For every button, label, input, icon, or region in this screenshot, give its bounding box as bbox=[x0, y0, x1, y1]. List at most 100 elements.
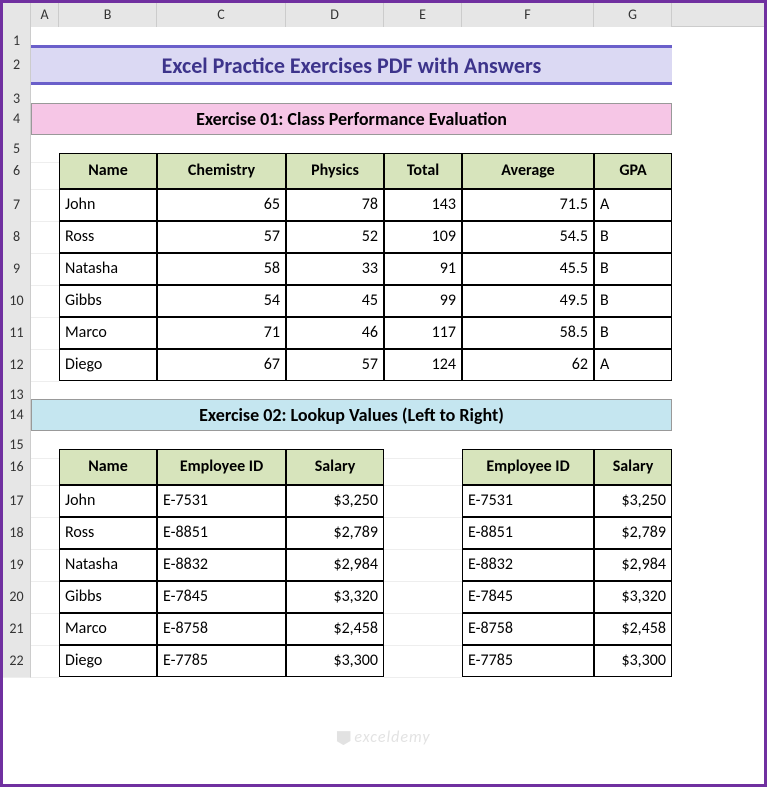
ex1-total[interactable]: 91 bbox=[384, 253, 462, 285]
col-hdr-B[interactable]: B bbox=[59, 3, 157, 27]
ex2r-id[interactable]: E-8758 bbox=[462, 613, 594, 645]
col-hdr-E[interactable]: E bbox=[384, 3, 462, 27]
row-hdr-2[interactable]: 2 bbox=[3, 45, 31, 86]
ex1-phys[interactable]: 45 bbox=[286, 285, 384, 317]
ex2r-id[interactable]: E-7531 bbox=[462, 485, 594, 517]
col-hdr-F[interactable]: F bbox=[462, 3, 594, 27]
ex2r-salary[interactable]: $2,789 bbox=[594, 517, 672, 549]
ex2r-salary[interactable]: $3,250 bbox=[594, 485, 672, 517]
ex1-avg[interactable]: 62 bbox=[462, 349, 594, 381]
ex2l-id[interactable]: E-7531 bbox=[157, 485, 286, 517]
ex1-avg[interactable]: 49.5 bbox=[462, 285, 594, 317]
row-hdr-8[interactable]: 8 bbox=[3, 221, 31, 254]
ex2l-salary[interactable]: $2,789 bbox=[286, 517, 384, 549]
ex1-hdr-phys[interactable]: Physics bbox=[286, 153, 384, 189]
ex2l-id[interactable]: E-8851 bbox=[157, 517, 286, 549]
ex2l-salary[interactable]: $2,458 bbox=[286, 613, 384, 645]
ex2l-name[interactable]: Natasha bbox=[59, 549, 157, 581]
ex1-gpa[interactable]: B bbox=[594, 317, 672, 349]
ex2r-id[interactable]: E-7785 bbox=[462, 645, 594, 677]
ex2l-id[interactable]: E-7785 bbox=[157, 645, 286, 677]
row-hdr-4[interactable]: 4 bbox=[3, 103, 31, 136]
ex2r-salary[interactable]: $3,320 bbox=[594, 581, 672, 613]
row-hdr-11[interactable]: 11 bbox=[3, 317, 31, 350]
ex1-chem[interactable]: 54 bbox=[157, 285, 286, 317]
ex2l-hdr-salary[interactable]: Salary bbox=[286, 449, 384, 485]
ex1-total[interactable]: 109 bbox=[384, 221, 462, 253]
row-hdr-9[interactable]: 9 bbox=[3, 253, 31, 286]
ex1-gpa[interactable]: A bbox=[594, 349, 672, 381]
ex2l-name[interactable]: Ross bbox=[59, 517, 157, 549]
ex2l-name[interactable]: Diego bbox=[59, 645, 157, 677]
ex2r-id[interactable]: E-7845 bbox=[462, 581, 594, 613]
ex1-total[interactable]: 99 bbox=[384, 285, 462, 317]
ex2r-hdr-id[interactable]: Employee ID bbox=[462, 449, 594, 485]
ex2l-salary[interactable]: $3,250 bbox=[286, 485, 384, 517]
ex2l-name[interactable]: Gibbs bbox=[59, 581, 157, 613]
ex1-total[interactable]: 143 bbox=[384, 189, 462, 221]
ex2l-id[interactable]: E-8758 bbox=[157, 613, 286, 645]
ex1-chem[interactable]: 71 bbox=[157, 317, 286, 349]
col-hdr-D[interactable]: D bbox=[286, 3, 384, 27]
ex1-hdr-chem[interactable]: Chemistry bbox=[157, 153, 286, 189]
ex1-chem[interactable]: 67 bbox=[157, 349, 286, 381]
ex1-hdr-total[interactable]: Total bbox=[384, 153, 462, 189]
ex1-gpa[interactable]: B bbox=[594, 285, 672, 317]
col-hdr-G[interactable]: G bbox=[594, 3, 672, 27]
ex1-name[interactable]: Gibbs bbox=[59, 285, 157, 317]
col-hdr-C[interactable]: C bbox=[157, 3, 286, 27]
ex1-total[interactable]: 117 bbox=[384, 317, 462, 349]
ex2l-hdr-name[interactable]: Name bbox=[59, 449, 157, 485]
ex1-name[interactable]: Diego bbox=[59, 349, 157, 381]
ex2l-hdr-id[interactable]: Employee ID bbox=[157, 449, 286, 485]
ex1-avg[interactable]: 71.5 bbox=[462, 189, 594, 221]
row-hdr-10[interactable]: 10 bbox=[3, 285, 31, 318]
ex1-hdr-avg[interactable]: Average bbox=[462, 153, 594, 189]
row-hdr-21[interactable]: 21 bbox=[3, 613, 31, 646]
ex1-chem[interactable]: 58 bbox=[157, 253, 286, 285]
ex2l-name[interactable]: Marco bbox=[59, 613, 157, 645]
ex1-chem[interactable]: 65 bbox=[157, 189, 286, 221]
ex1-name[interactable]: Natasha bbox=[59, 253, 157, 285]
col-hdr-A[interactable]: A bbox=[31, 3, 59, 27]
row-hdr-19[interactable]: 19 bbox=[3, 549, 31, 582]
ex2r-salary[interactable]: $3,300 bbox=[594, 645, 672, 677]
row-hdr-16[interactable]: 16 bbox=[3, 449, 31, 486]
ex2r-salary[interactable]: $2,458 bbox=[594, 613, 672, 645]
ex1-total[interactable]: 124 bbox=[384, 349, 462, 381]
ex1-gpa[interactable]: A bbox=[594, 189, 672, 221]
ex1-gpa[interactable]: B bbox=[594, 253, 672, 285]
ex2l-id[interactable]: E-8832 bbox=[157, 549, 286, 581]
ex2l-salary[interactable]: $2,984 bbox=[286, 549, 384, 581]
row-hdr-22[interactable]: 22 bbox=[3, 645, 31, 678]
ex2l-salary[interactable]: $3,300 bbox=[286, 645, 384, 677]
row-hdr-18[interactable]: 18 bbox=[3, 517, 31, 550]
ex2r-salary[interactable]: $2,984 bbox=[594, 549, 672, 581]
ex1-gpa[interactable]: B bbox=[594, 221, 672, 253]
ex1-hdr-name[interactable]: Name bbox=[59, 153, 157, 189]
ex1-name[interactable]: John bbox=[59, 189, 157, 221]
row-hdr-17[interactable]: 17 bbox=[3, 485, 31, 518]
ex1-name[interactable]: Ross bbox=[59, 221, 157, 253]
row-hdr-14[interactable]: 14 bbox=[3, 399, 31, 432]
row-hdr-7[interactable]: 7 bbox=[3, 189, 31, 222]
ex2r-id[interactable]: E-8832 bbox=[462, 549, 594, 581]
row-hdr-20[interactable]: 20 bbox=[3, 581, 31, 614]
ex2l-id[interactable]: E-7845 bbox=[157, 581, 286, 613]
ex2l-name[interactable]: John bbox=[59, 485, 157, 517]
ex2l-salary[interactable]: $3,320 bbox=[286, 581, 384, 613]
ex1-chem[interactable]: 57 bbox=[157, 221, 286, 253]
ex2r-hdr-salary[interactable]: Salary bbox=[594, 449, 672, 485]
ex1-hdr-gpa[interactable]: GPA bbox=[594, 153, 672, 189]
ex1-phys[interactable]: 57 bbox=[286, 349, 384, 381]
row-hdr-12[interactable]: 12 bbox=[3, 349, 31, 382]
ex1-name[interactable]: Marco bbox=[59, 317, 157, 349]
ex1-avg[interactable]: 54.5 bbox=[462, 221, 594, 253]
ex1-phys[interactable]: 52 bbox=[286, 221, 384, 253]
ex1-phys[interactable]: 46 bbox=[286, 317, 384, 349]
ex2r-id[interactable]: E-8851 bbox=[462, 517, 594, 549]
ex1-avg[interactable]: 58.5 bbox=[462, 317, 594, 349]
row-hdr-6[interactable]: 6 bbox=[3, 153, 31, 190]
ex1-phys[interactable]: 78 bbox=[286, 189, 384, 221]
ex1-phys[interactable]: 33 bbox=[286, 253, 384, 285]
